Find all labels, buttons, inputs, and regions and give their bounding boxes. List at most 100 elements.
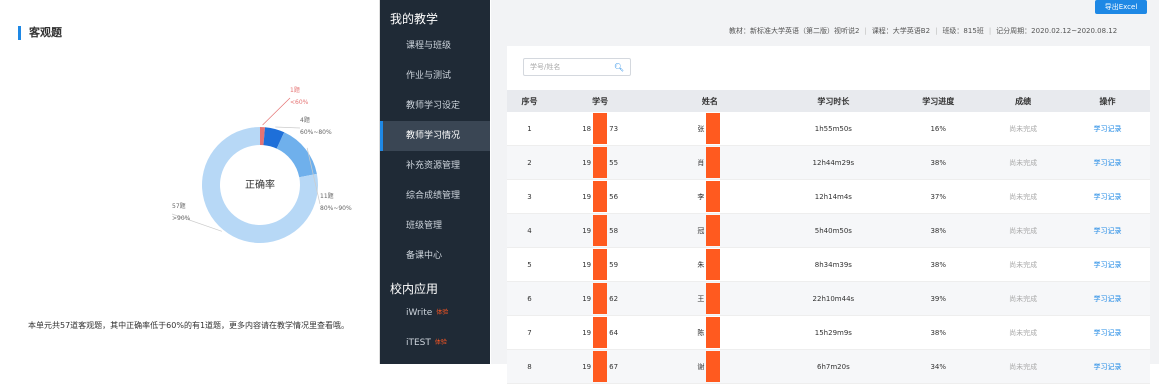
- student-id-start: 19: [582, 328, 592, 337]
- table-row: 6 19 62 王 22h10m44s 39% 尚未完成 学习记录: [507, 281, 1150, 316]
- cell-name: 朱: [648, 247, 772, 282]
- student-id-start: 19: [582, 192, 592, 201]
- sidebar-item-study-settings[interactable]: 教师学习设定: [380, 91, 490, 121]
- redaction-bar: [706, 317, 721, 348]
- cell-no: 2: [507, 145, 552, 180]
- study-record-link[interactable]: 学习记录: [1065, 349, 1150, 384]
- cell-name: 李: [648, 179, 772, 214]
- sidebar-item-homework[interactable]: 作业与测试: [380, 61, 490, 91]
- study-record-link[interactable]: 学习记录: [1065, 281, 1150, 316]
- cell-duration: 12h44m29s: [771, 145, 896, 180]
- cell-score: 尚未完成: [981, 247, 1066, 282]
- objective-question-panel: 客观题 正确率 1题 <60% 4题 60%~80% 11题 80%~90% 57题 >90%…: [0, 0, 380, 364]
- cell-duration: 6h7m20s: [771, 349, 896, 384]
- header-duration: 学习时长: [771, 90, 896, 112]
- header-student-id: 学号: [551, 90, 649, 112]
- sidebar-item-itest[interactable]: iTEST 体验: [380, 328, 490, 358]
- sidebar-item-grades[interactable]: 综合成绩管理: [380, 181, 490, 211]
- table-header-row: 序号 学号 姓名 学习时长 学习进度 成绩 操作: [507, 90, 1150, 112]
- redaction-bar: [593, 147, 608, 178]
- student-id-end: 62: [609, 294, 619, 303]
- cell-student-id: 19 55: [551, 145, 649, 180]
- cell-no: 5: [507, 247, 552, 282]
- student-id-end: 73: [609, 124, 619, 133]
- redaction-bar: [593, 317, 608, 348]
- cell-progress: 37%: [895, 179, 982, 214]
- cell-name: 冠: [648, 213, 772, 248]
- course-name-info: 课程：大学英语B2: [871, 27, 931, 35]
- segment-count-label: 11题: [320, 193, 334, 200]
- student-id-start: 19: [582, 294, 592, 303]
- student-id-start: 18: [582, 124, 592, 133]
- student-id-end: 58: [609, 226, 619, 235]
- redaction-bar: [593, 283, 608, 314]
- redaction-bar: [706, 215, 721, 246]
- student-name: 肖: [697, 158, 705, 167]
- class-info: 班级：815班: [942, 27, 984, 35]
- cell-duration: 22h10m44s: [771, 281, 896, 316]
- student-id-end: 55: [609, 158, 619, 167]
- accuracy-donut-chart: 正确率 1题 <60% 4题 60%~80% 11题 80%~90% 57题 >90%: [171, 87, 352, 243]
- cell-student-id: 19 62: [551, 281, 649, 316]
- cell-score: 尚未完成: [981, 112, 1066, 146]
- student-id-end: 56: [609, 192, 619, 201]
- sidebar-item-class-management[interactable]: 班级管理: [380, 211, 490, 241]
- cell-progress: 38%: [895, 213, 982, 248]
- header-name: 姓名: [648, 90, 772, 112]
- student-table-card: 学号/姓名 🔍︎ 序号 学号 姓名 学习时长 学习进度 成绩 操作 1 18 73 张…: [507, 46, 1150, 384]
- study-record-link[interactable]: 学习记录: [1065, 315, 1150, 350]
- student-table: 序号 学号 姓名 学习时长 学习进度 成绩 操作 1 18 73 张 1h55m50s 1…: [507, 90, 1150, 384]
- cell-no: 1: [507, 112, 552, 146]
- search-input[interactable]: 学号/姓名 🔍︎: [523, 58, 631, 76]
- cell-duration: 12h14m4s: [771, 179, 896, 214]
- cell-score: 尚未完成: [981, 349, 1066, 384]
- cell-name: 肖: [648, 145, 772, 180]
- student-name: 冠: [697, 226, 705, 235]
- segment-range-label: 60%~80%: [300, 129, 332, 136]
- segment-range-label: >90%: [172, 215, 191, 222]
- cell-duration: 8h34m39s: [771, 247, 896, 282]
- student-name: 王: [697, 294, 705, 303]
- search-icon[interactable]: 🔍︎: [614, 63, 624, 72]
- trial-badge: 体验: [436, 309, 449, 316]
- cell-score: 尚未完成: [981, 213, 1066, 248]
- panel-title: 客观题: [18, 26, 62, 40]
- redaction-bar: [706, 147, 721, 178]
- segment-count-label: 57题: [172, 203, 186, 210]
- study-record-link[interactable]: 学习记录: [1065, 179, 1150, 214]
- export-excel-button[interactable]: 导出Excel: [1095, 0, 1147, 14]
- cell-score: 尚未完成: [981, 315, 1066, 350]
- cell-name: 张: [648, 112, 772, 146]
- table-row: 4 19 58 冠 5h40m50s 38% 尚未完成 学习记录: [507, 213, 1150, 248]
- student-name: 朱: [697, 260, 705, 269]
- student-name: 张: [697, 124, 705, 133]
- sidebar: 我的教学 课程与班级 作业与测试 教师学习设定 教师学习情况 补充资源管理 综合…: [380, 0, 490, 364]
- cell-name: 王: [648, 281, 772, 316]
- cell-duration: 15h29m9s: [771, 315, 896, 350]
- redaction-bar: [706, 181, 721, 212]
- table-row: 7 19 64 陈 15h29m9s 38% 尚未完成 学习记录: [507, 315, 1150, 350]
- redaction-bar: [706, 113, 721, 144]
- student-name: 李: [697, 192, 705, 201]
- cell-duration: 5h40m50s: [771, 213, 896, 248]
- table-row: 3 19 56 李 12h14m4s 37% 尚未完成 学习记录: [507, 179, 1150, 214]
- panel-summary: 本单元共57道客观题，其中正确率低于60%的有1道题，更多内容请在教学情况里查看…: [28, 321, 350, 330]
- sidebar-item-prep-center[interactable]: 备课中心: [380, 241, 490, 271]
- study-record-link[interactable]: 学习记录: [1065, 247, 1150, 282]
- table-row: 1 18 73 张 1h55m50s 16% 尚未完成 学习记录: [507, 112, 1150, 146]
- sidebar-item-study-status[interactable]: 教师学习情况: [380, 121, 490, 151]
- sidebar-item-iwrite[interactable]: iWrite 体验: [380, 298, 490, 328]
- student-name: 谢: [697, 362, 705, 371]
- sidebar-item-courses[interactable]: 课程与班级: [380, 31, 490, 61]
- study-record-link[interactable]: 学习记录: [1065, 213, 1150, 248]
- cell-progress: 39%: [895, 281, 982, 316]
- cell-no: 3: [507, 179, 552, 214]
- segment-count-label: 1题: [290, 87, 300, 94]
- sidebar-item-resources[interactable]: 补充资源管理: [380, 151, 490, 181]
- study-record-link[interactable]: 学习记录: [1065, 112, 1150, 146]
- student-id-start: 19: [582, 260, 592, 269]
- cell-no: 8: [507, 349, 552, 384]
- segment-count-label: 4题: [300, 117, 310, 124]
- cell-name: 谢: [648, 349, 772, 384]
- study-record-link[interactable]: 学习记录: [1065, 145, 1150, 180]
